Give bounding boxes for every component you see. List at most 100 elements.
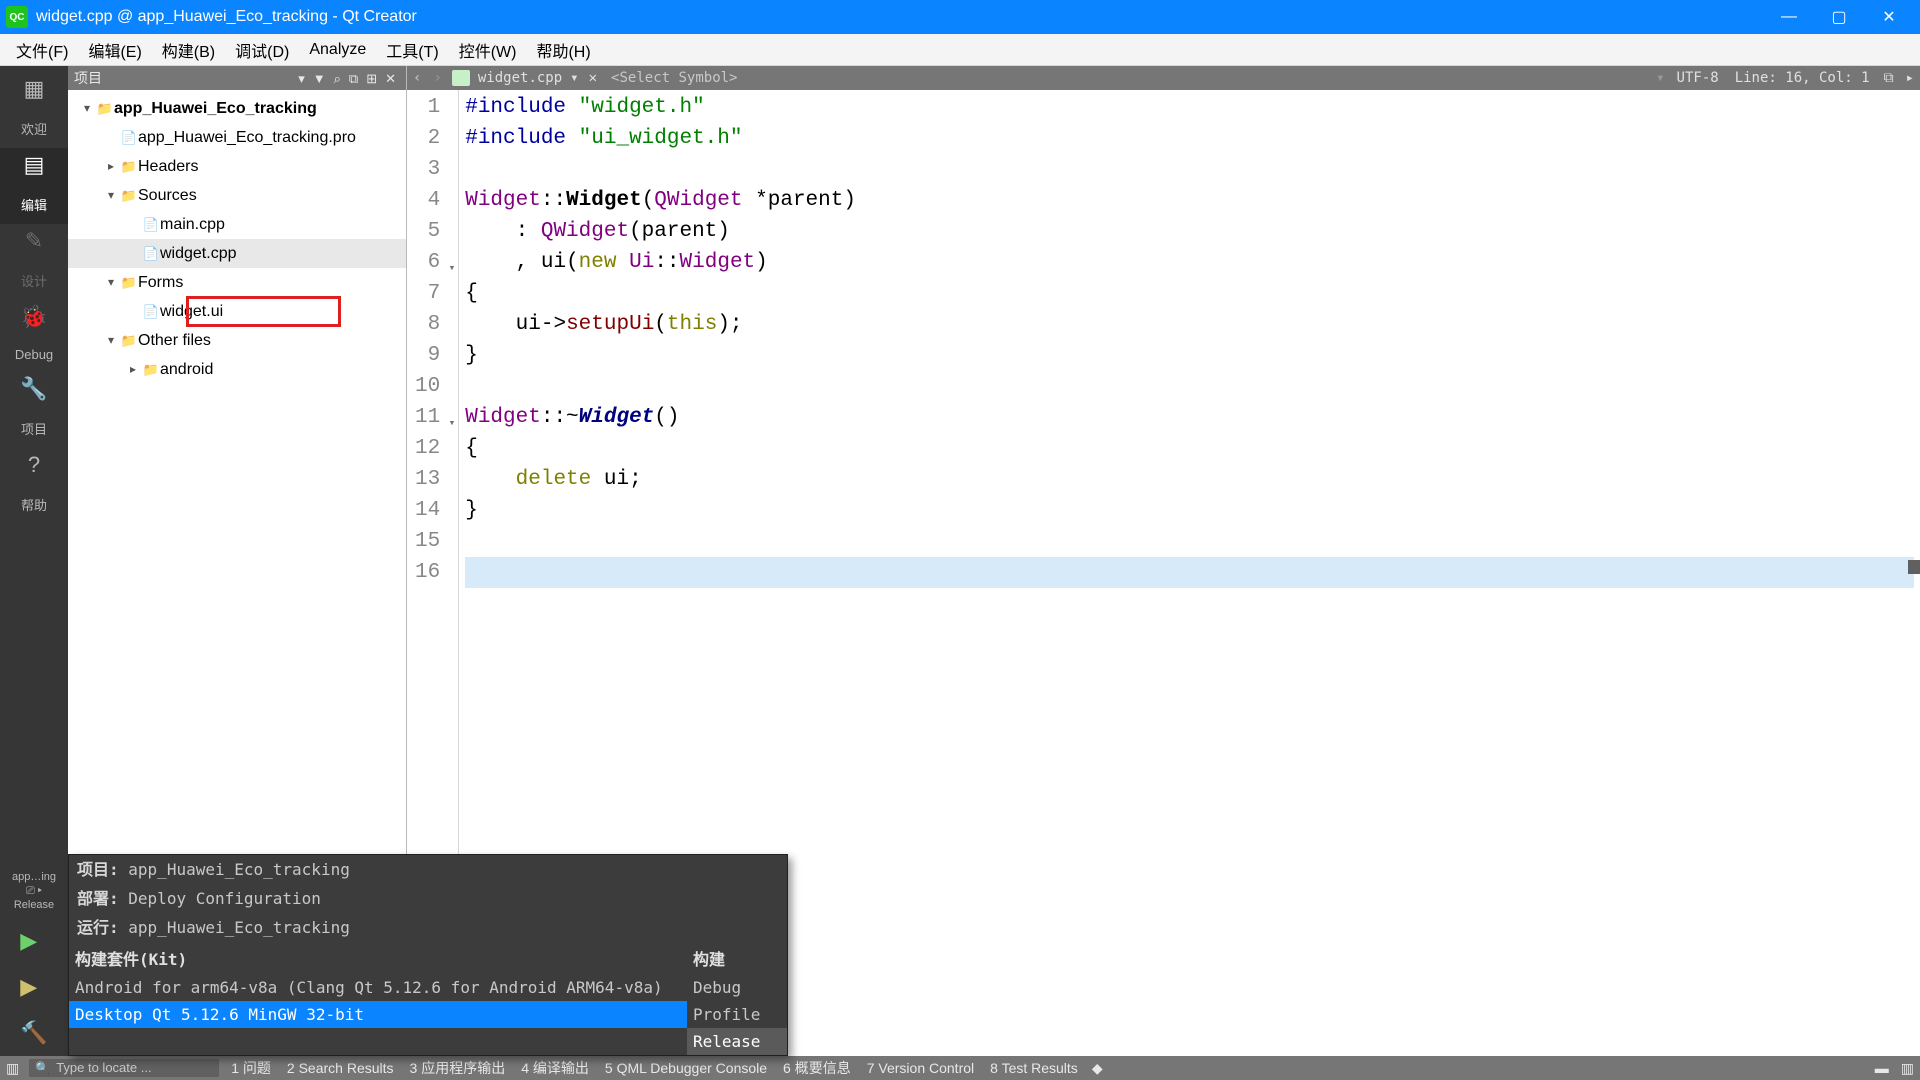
toggle-sidebar-button[interactable]: ▥: [0, 1060, 25, 1077]
line-number[interactable]: 14: [415, 495, 440, 526]
symbol-selector[interactable]: <Select Symbol>: [603, 70, 1652, 86]
line-number[interactable]: 16: [415, 557, 440, 588]
line-number[interactable]: 3: [415, 154, 440, 185]
menu-item-0[interactable]: 文件(F): [6, 34, 78, 66]
line-number[interactable]: 10: [415, 371, 440, 402]
file-dropdown-icon[interactable]: ▾: [566, 70, 582, 86]
mode-design[interactable]: ✎设计: [0, 224, 68, 300]
code-line[interactable]: : QWidget(parent): [465, 216, 1914, 247]
expand-arrow-icon[interactable]: ▾: [78, 94, 96, 123]
project-header-icon-1[interactable]: ▼: [309, 71, 330, 86]
output-tab-6[interactable]: 7 Version Control: [859, 1060, 982, 1076]
tree-item[interactable]: ▸📁Headers: [68, 152, 406, 181]
build-option[interactable]: Profile: [687, 1001, 787, 1028]
tree-item[interactable]: 📄widget.cpp: [68, 239, 406, 268]
output-tab-5[interactable]: 6 概要信息: [775, 1060, 859, 1076]
progress-button[interactable]: ▬: [1869, 1060, 1895, 1076]
line-number[interactable]: 13: [415, 464, 440, 495]
output-tab-7[interactable]: 8 Test Results: [982, 1060, 1086, 1076]
maximize-button[interactable]: ▢: [1814, 7, 1864, 27]
kit-option[interactable]: Android for arm64-v8a (Clang Qt 5.12.6 f…: [69, 974, 687, 1001]
line-number[interactable]: 2: [415, 123, 440, 154]
output-tab-2[interactable]: 3 应用程序输出: [402, 1060, 514, 1076]
tree-item[interactable]: ▾📁Other files: [68, 326, 406, 355]
tree-item[interactable]: ▾📁app_Huawei_Eco_tracking: [68, 94, 406, 123]
project-header-icon-5[interactable]: ✕: [381, 71, 400, 86]
locator-input[interactable]: 🔍 Type to locate ...: [29, 1059, 219, 1077]
expand-arrow-icon[interactable]: ▾: [102, 268, 120, 297]
toggle-right-sidebar-button[interactable]: ▥: [1895, 1060, 1920, 1077]
run-debug-button[interactable]: ▶: [20, 964, 47, 1010]
tree-item[interactable]: 📄app_Huawei_Eco_tracking.pro: [68, 123, 406, 152]
menu-item-5[interactable]: 工具(T): [376, 34, 448, 66]
line-number[interactable]: 11▾: [415, 402, 440, 433]
code-line[interactable]: ui->setupUi(this);: [465, 309, 1914, 340]
build-button[interactable]: 🔨: [20, 1010, 47, 1056]
fold-icon[interactable]: ▾: [449, 254, 456, 285]
menu-item-7[interactable]: 帮助(H): [526, 34, 600, 66]
menu-item-3[interactable]: 调试(D): [225, 34, 299, 66]
code-line[interactable]: {: [465, 433, 1914, 464]
symbol-dropdown-icon[interactable]: ▾: [1652, 70, 1668, 86]
line-number[interactable]: 15: [415, 526, 440, 557]
mode-edit[interactable]: ▤编辑: [0, 148, 68, 224]
line-number[interactable]: 6▾: [415, 247, 440, 278]
code-line[interactable]: delete ui;: [465, 464, 1914, 495]
line-number[interactable]: 4: [415, 185, 440, 216]
fold-icon[interactable]: ▾: [449, 409, 456, 440]
mode-help[interactable]: ?帮助: [0, 448, 68, 524]
code-line[interactable]: {: [465, 278, 1914, 309]
expand-arrow-icon[interactable]: ▸: [102, 152, 120, 181]
code-line[interactable]: [465, 557, 1914, 588]
mode-projects[interactable]: 🔧项目: [0, 372, 68, 448]
mode-welcome[interactable]: ▦欢迎: [0, 72, 68, 148]
encoding-label[interactable]: UTF-8: [1669, 70, 1727, 86]
project-header-icon-0[interactable]: ▾: [294, 71, 309, 86]
output-tab-3[interactable]: 4 编译输出: [513, 1060, 597, 1076]
expand-arrow-icon[interactable]: ▾: [102, 181, 120, 210]
cursor-position[interactable]: Line: 16, Col: 1: [1727, 70, 1878, 86]
line-number[interactable]: 12: [415, 433, 440, 464]
scrollbar-marker[interactable]: [1908, 560, 1920, 574]
tree-item[interactable]: ▾📁Sources: [68, 181, 406, 210]
build-option[interactable]: Debug: [687, 974, 787, 1001]
split-button[interactable]: ⧉: [1878, 70, 1900, 86]
output-more-button[interactable]: ◆: [1086, 1060, 1109, 1077]
code-line[interactable]: , ui(new Ui::Widget): [465, 247, 1914, 278]
nav-forward-button[interactable]: ›: [427, 70, 447, 86]
code-line[interactable]: Widget::Widget(QWidget *parent): [465, 185, 1914, 216]
code-line[interactable]: }: [465, 340, 1914, 371]
run-button[interactable]: ▶: [20, 918, 47, 964]
menu-item-4[interactable]: Analyze: [299, 37, 376, 63]
expand-arrow-icon[interactable]: ▸: [124, 355, 142, 384]
tree-item[interactable]: 📄widget.ui: [68, 297, 406, 326]
code-line[interactable]: [465, 154, 1914, 185]
line-number[interactable]: 8: [415, 309, 440, 340]
code-line[interactable]: [465, 526, 1914, 557]
kit-selector[interactable]: app…ing ⎚ ▸ Release: [10, 864, 58, 918]
kit-selector-popup[interactable]: 项目: app_Huawei_Eco_tracking部署: Deploy Co…: [68, 854, 788, 1056]
menu-item-6[interactable]: 控件(W): [449, 34, 527, 66]
file-name-label[interactable]: widget.cpp: [474, 70, 566, 86]
line-number[interactable]: 9: [415, 340, 440, 371]
close-file-button[interactable]: ✕: [583, 70, 603, 86]
line-number[interactable]: 1: [415, 92, 440, 123]
nav-back-button[interactable]: ‹: [407, 70, 427, 86]
code-line[interactable]: Widget::~Widget(): [465, 402, 1914, 433]
code-line[interactable]: #include "widget.h": [465, 92, 1914, 123]
project-header-icon-2[interactable]: ⌕: [330, 71, 345, 86]
code-line[interactable]: #include "ui_widget.h": [465, 123, 1914, 154]
close-button[interactable]: ✕: [1864, 7, 1914, 27]
mode-debug[interactable]: 🐞Debug: [0, 300, 68, 372]
tree-item[interactable]: 📄main.cpp: [68, 210, 406, 239]
code-line[interactable]: [465, 371, 1914, 402]
project-header-icon-3[interactable]: ⧉: [345, 71, 362, 86]
kit-option[interactable]: Desktop Qt 5.12.6 MinGW 32-bit: [69, 1001, 687, 1028]
split-menu-button[interactable]: ▸: [1900, 70, 1920, 86]
tree-item[interactable]: ▾📁Forms: [68, 268, 406, 297]
tree-item[interactable]: ▸📁android: [68, 355, 406, 384]
minimize-button[interactable]: —: [1764, 8, 1814, 26]
line-number[interactable]: 5: [415, 216, 440, 247]
output-tab-4[interactable]: 5 QML Debugger Console: [597, 1060, 775, 1076]
expand-arrow-icon[interactable]: ▾: [102, 326, 120, 355]
